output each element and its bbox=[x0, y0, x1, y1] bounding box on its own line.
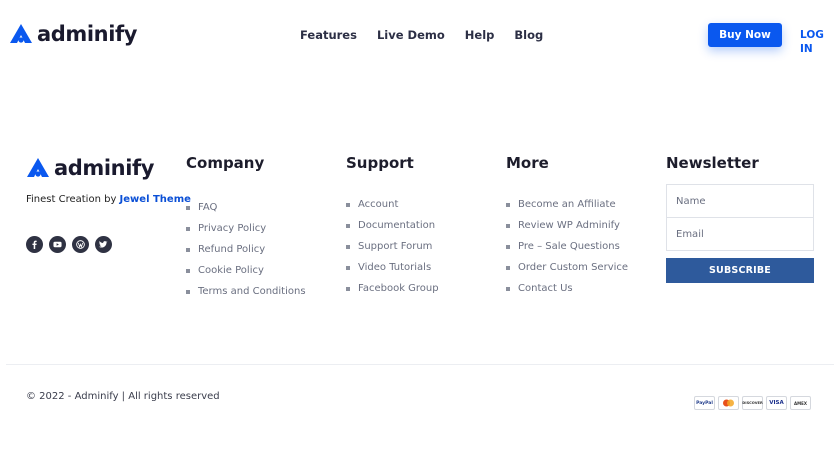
wordpress-icon[interactable] bbox=[72, 236, 89, 253]
link-label: Order Custom Service bbox=[518, 262, 629, 273]
square-bullet-icon bbox=[346, 202, 350, 207]
link-label: Privacy Policy bbox=[198, 223, 267, 234]
adminify-logo-icon bbox=[10, 24, 32, 43]
link-list: Become an Affiliate Review WP Adminify P… bbox=[506, 194, 628, 299]
facebook-icon[interactable] bbox=[26, 236, 43, 253]
footer-link-affiliate[interactable]: Become an Affiliate bbox=[506, 194, 628, 215]
nav-live-demo[interactable]: Live Demo bbox=[377, 26, 445, 44]
link-list: FAQ Privacy Policy Refund Policy Cookie … bbox=[186, 197, 306, 302]
square-bullet-icon bbox=[506, 286, 510, 291]
buy-now-button[interactable]: Buy Now bbox=[708, 23, 782, 47]
link-label: Video Tutorials bbox=[358, 262, 432, 273]
footer-link-refund-policy[interactable]: Refund Policy bbox=[186, 239, 306, 260]
link-label: Review WP Adminify bbox=[518, 220, 620, 231]
logo-text: adminify bbox=[54, 156, 155, 180]
link-label: Account bbox=[358, 199, 399, 210]
column-title: Company bbox=[186, 154, 265, 172]
footer-column-company: Company FAQ Privacy Policy Refund Policy… bbox=[186, 154, 306, 302]
footer-link-privacy-policy[interactable]: Privacy Policy bbox=[186, 218, 306, 239]
footer-link-faq[interactable]: FAQ bbox=[186, 197, 306, 218]
link-label: Become an Affiliate bbox=[518, 199, 616, 210]
column-title: Support bbox=[346, 154, 414, 172]
footer-link-cookie-policy[interactable]: Cookie Policy bbox=[186, 260, 306, 281]
footer-divider bbox=[6, 364, 834, 365]
link-list: Account Documentation Support Forum Vide… bbox=[346, 194, 439, 299]
link-label: Contact Us bbox=[518, 283, 573, 294]
footer-link-support-forum[interactable]: Support Forum bbox=[346, 236, 439, 257]
footer-link-terms[interactable]: Terms and Conditions bbox=[186, 281, 306, 302]
square-bullet-icon bbox=[346, 244, 350, 249]
paypal-icon: PayPal bbox=[694, 396, 715, 410]
payment-methods: PayPal DISCOVER VISA AMEX bbox=[694, 396, 814, 410]
square-bullet-icon bbox=[186, 247, 190, 252]
amex-icon: AMEX bbox=[790, 396, 811, 410]
adminify-logo-icon bbox=[27, 158, 49, 177]
footer-link-review[interactable]: Review WP Adminify bbox=[506, 215, 628, 236]
square-bullet-icon bbox=[346, 286, 350, 291]
site-header: adminify Features Live Demo Help Blog Bu… bbox=[0, 0, 840, 70]
jewel-theme-link[interactable]: Jewel Theme bbox=[120, 194, 191, 205]
email-input[interactable]: Email bbox=[666, 217, 814, 251]
main-nav: Features Live Demo Help Blog bbox=[300, 26, 563, 44]
link-label: Support Forum bbox=[358, 241, 433, 252]
footer-link-custom-service[interactable]: Order Custom Service bbox=[506, 257, 628, 278]
nav-features[interactable]: Features bbox=[300, 26, 357, 44]
square-bullet-icon bbox=[506, 244, 510, 249]
logo-text: adminify bbox=[37, 22, 138, 46]
link-label: Documentation bbox=[358, 220, 436, 231]
column-title: Newsletter bbox=[666, 154, 759, 172]
twitter-icon[interactable] bbox=[95, 236, 112, 253]
square-bullet-icon bbox=[346, 265, 350, 270]
footer-link-documentation[interactable]: Documentation bbox=[346, 215, 439, 236]
visa-icon: VISA bbox=[766, 396, 787, 410]
footer-column-more: More Become an Affiliate Review WP Admin… bbox=[506, 154, 628, 299]
tagline-prefix: Finest Creation by bbox=[26, 194, 120, 205]
square-bullet-icon bbox=[186, 289, 190, 294]
footer-column-newsletter: Newsletter Name Email SUBSCRIBE bbox=[666, 154, 814, 283]
square-bullet-icon bbox=[186, 205, 190, 210]
youtube-icon[interactable] bbox=[49, 236, 66, 253]
footer-logo[interactable]: adminify bbox=[26, 155, 154, 181]
link-label: Cookie Policy bbox=[198, 265, 264, 276]
login-link[interactable]: LOG IN bbox=[800, 28, 840, 56]
link-label: Terms and Conditions bbox=[198, 286, 306, 297]
link-label: FAQ bbox=[198, 202, 218, 213]
footer-link-account[interactable]: Account bbox=[346, 194, 439, 215]
name-input[interactable]: Name bbox=[666, 184, 814, 218]
nav-blog[interactable]: Blog bbox=[514, 26, 543, 44]
footer-link-contact[interactable]: Contact Us bbox=[506, 278, 628, 299]
square-bullet-icon bbox=[186, 226, 190, 231]
link-label: Pre – Sale Questions bbox=[518, 241, 620, 252]
square-bullet-icon bbox=[506, 223, 510, 228]
discover-icon: DISCOVER bbox=[742, 396, 763, 410]
tagline: Finest Creation by Jewel Theme bbox=[26, 194, 191, 205]
link-label: Refund Policy bbox=[198, 244, 266, 255]
mastercard-icon bbox=[718, 396, 739, 410]
header-logo[interactable]: adminify bbox=[9, 22, 137, 46]
square-bullet-icon bbox=[506, 202, 510, 207]
square-bullet-icon bbox=[186, 268, 190, 273]
footer-link-facebook-group[interactable]: Facebook Group bbox=[346, 278, 439, 299]
footer-link-presale[interactable]: Pre – Sale Questions bbox=[506, 236, 628, 257]
link-label: Facebook Group bbox=[358, 283, 439, 294]
subscribe-button[interactable]: SUBSCRIBE bbox=[666, 258, 814, 283]
copyright-text: © 2022 - Adminify | All rights reserved bbox=[26, 391, 220, 402]
social-links bbox=[26, 236, 118, 253]
footer-link-video-tutorials[interactable]: Video Tutorials bbox=[346, 257, 439, 278]
square-bullet-icon bbox=[346, 223, 350, 228]
footer-column-support: Support Account Documentation Support Fo… bbox=[346, 154, 439, 299]
column-title: More bbox=[506, 154, 549, 172]
nav-help[interactable]: Help bbox=[465, 26, 495, 44]
square-bullet-icon bbox=[506, 265, 510, 270]
